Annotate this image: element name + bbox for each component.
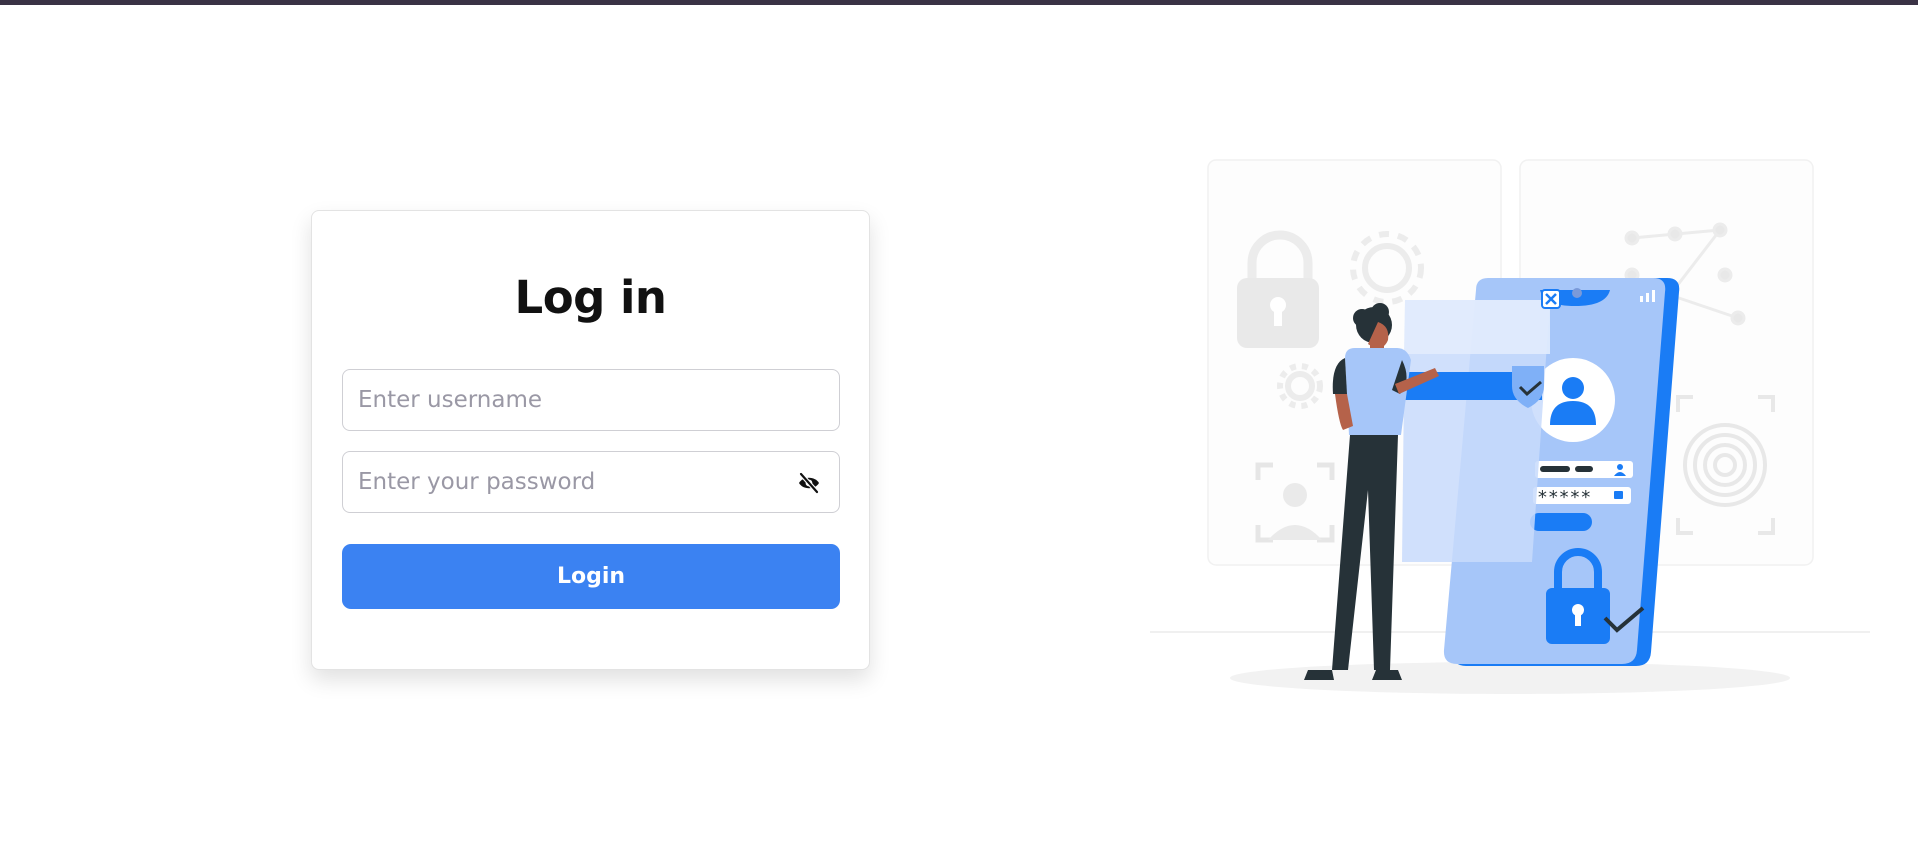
top-bar (0, 0, 1918, 5)
login-card: Log in Login (311, 210, 870, 670)
password-input[interactable] (343, 452, 839, 512)
password-field[interactable] (342, 451, 840, 513)
username-input[interactable] (343, 370, 839, 430)
username-field[interactable] (342, 369, 840, 431)
security-login-illustration: ***** (1140, 150, 1880, 710)
password-mask-text: ***** (1537, 487, 1591, 508)
login-button[interactable]: Login (342, 544, 840, 609)
page-title: Log in (514, 271, 667, 324)
eye-slash-icon[interactable] (797, 471, 821, 495)
